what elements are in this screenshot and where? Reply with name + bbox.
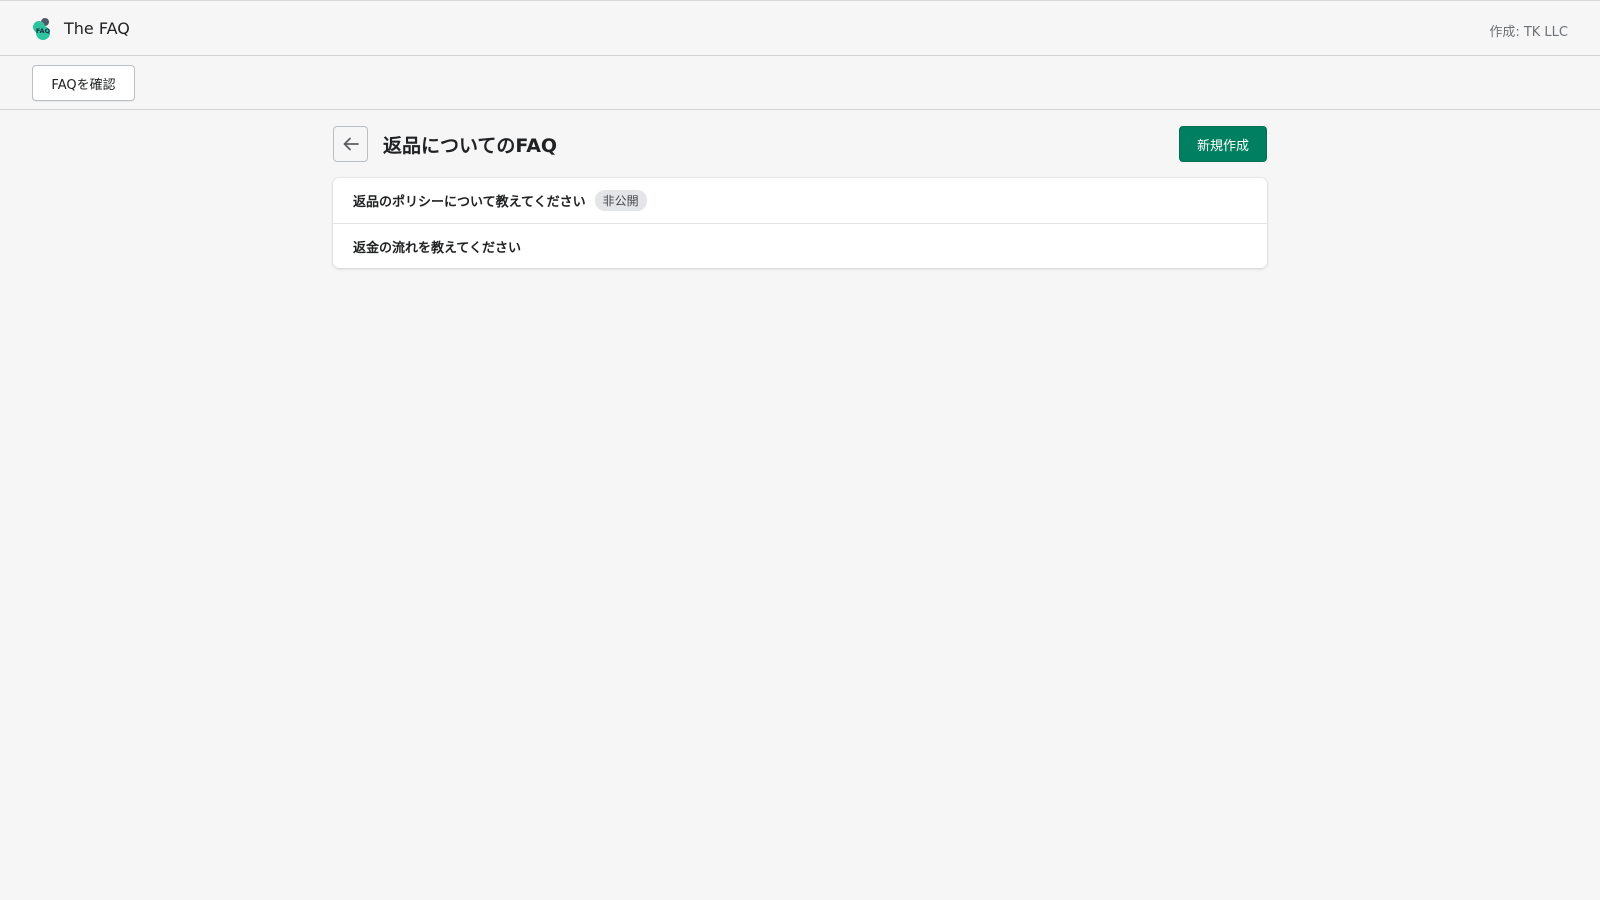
action-bar: FAQを確認 xyxy=(0,56,1600,110)
top-bar: FAQ The FAQ 作成: TK LLC xyxy=(0,0,1600,56)
status-badge: 非公開 xyxy=(594,190,647,211)
faq-logo-icon: FAQ xyxy=(33,18,51,40)
faq-question: 返品のポリシーについて教えてください xyxy=(353,195,586,210)
create-new-button[interactable]: 新規作成 xyxy=(1179,126,1267,162)
page-title: 返品についてのFAQ xyxy=(383,135,558,157)
arrow-left-icon xyxy=(343,137,359,151)
author-credit: 作成: TK LLC xyxy=(1489,25,1568,40)
page-header: 返品についてのFAQ 新規作成 xyxy=(333,126,1267,162)
faq-list: 返品のポリシーについて教えてください 非公開 返金の流れを教えてください xyxy=(333,178,1267,268)
app-title: The FAQ xyxy=(64,19,130,38)
view-faq-button[interactable]: FAQを確認 xyxy=(32,65,135,101)
logo-text: FAQ xyxy=(36,27,51,35)
faq-question: 返金の流れを教えてください xyxy=(353,240,521,256)
faq-list-item[interactable]: 返金の流れを教えてください xyxy=(333,223,1267,268)
faq-list-item[interactable]: 返品のポリシーについて教えてください 非公開 xyxy=(333,178,1267,223)
back-button[interactable] xyxy=(333,126,368,162)
